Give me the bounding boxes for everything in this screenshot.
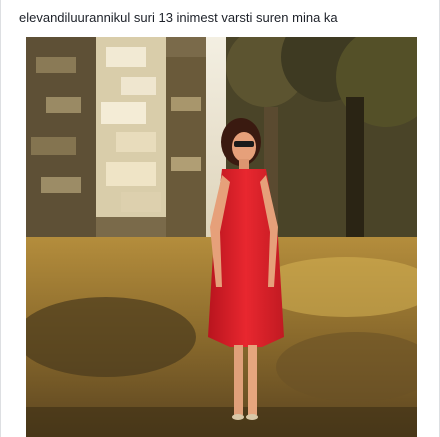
post-caption: elevandiluurannikul suri 13 inimest vars… bbox=[19, 10, 338, 25]
post-photo[interactable] bbox=[26, 37, 417, 437]
post-card: elevandiluurannikul suri 13 inimest vars… bbox=[0, 0, 440, 437]
photo-icon bbox=[26, 37, 417, 437]
